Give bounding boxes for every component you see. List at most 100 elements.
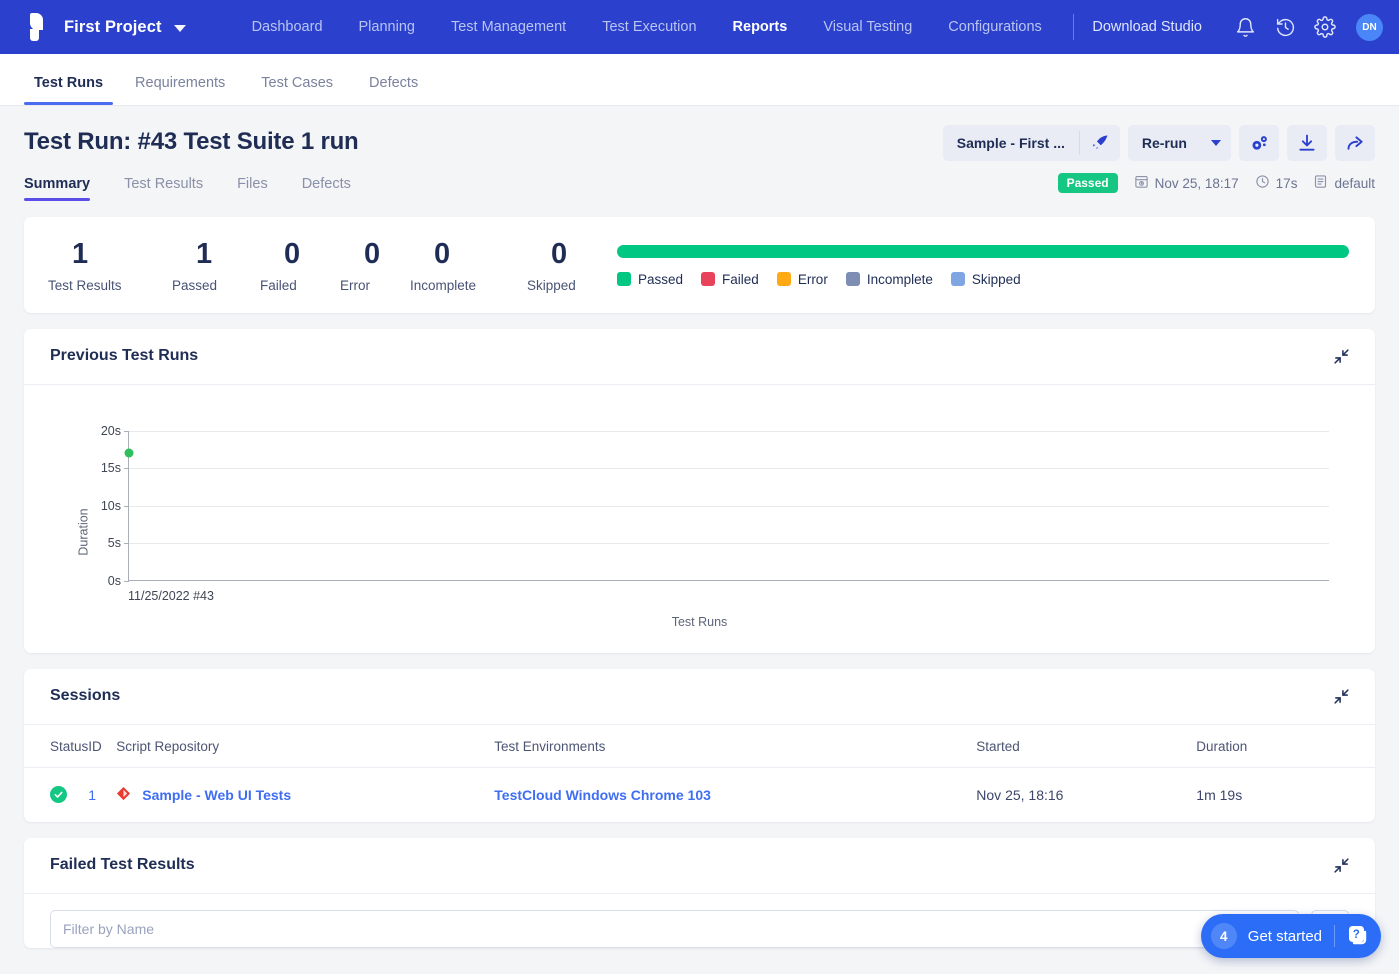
cell-id[interactable]: 1 [88, 767, 116, 822]
run-meta: Passed Nov 25, 18:17 17s default [1057, 173, 1375, 193]
status-progress-bar [617, 244, 1349, 258]
detail-tabs: Summary Test Results Files Defects Passe… [0, 156, 1399, 201]
stat-value: 0 [284, 238, 301, 270]
meta-duration-text: 17s [1275, 175, 1298, 191]
status-badge: Passed [1057, 173, 1118, 193]
katalon-logo-icon[interactable] [24, 13, 50, 41]
collapse-icon[interactable] [1329, 853, 1353, 877]
legend-label: Error [797, 271, 828, 287]
tab-summary[interactable]: Summary [24, 176, 91, 201]
subnav-item-test-runs[interactable]: Test Runs [24, 75, 114, 105]
stat-incomplete: 0 Incomplete [410, 238, 527, 293]
download-studio-link[interactable]: Download Studio [1092, 19, 1202, 35]
tab-files[interactable]: Files [237, 176, 268, 201]
collapse-icon[interactable] [1329, 344, 1353, 368]
nav-item-planning[interactable]: Planning [341, 19, 433, 35]
list-icon [1313, 174, 1328, 192]
top-navigation-bar: First Project Dashboard Planning Test Ma… [0, 0, 1399, 54]
failed-test-results-card: Failed Test Results [24, 837, 1375, 948]
chart-gridline [129, 505, 1329, 507]
col-started: Started [976, 724, 1197, 768]
card-title: Previous Test Runs [50, 347, 199, 365]
legend-swatch [701, 272, 716, 287]
tab-test-results[interactable]: Test Results [124, 176, 203, 201]
report-type-tabs: Test Runs Requirements Test Cases Defect… [0, 54, 1399, 106]
cell-status [24, 767, 88, 822]
stat-value: 0 [551, 238, 568, 270]
legend-label: Failed [722, 271, 759, 287]
project-name[interactable]: First Project [64, 18, 162, 37]
stat-error: 0 Error [340, 238, 410, 293]
legend-label: Passed [638, 271, 684, 287]
nav-item-test-execution[interactable]: Test Execution [584, 19, 714, 35]
legend-swatch [950, 272, 965, 287]
cell-script-repository: Sample - Web UI Tests [116, 767, 494, 822]
tab-defects[interactable]: Defects [302, 176, 351, 201]
repo-link[interactable]: Sample - Web UI Tests [142, 787, 291, 803]
chart-data-point[interactable] [124, 448, 134, 458]
meta-date-text: Nov 25, 18:17 [1154, 175, 1239, 191]
avatar[interactable]: DN [1356, 13, 1383, 41]
legend-swatch [617, 272, 631, 287]
stat-skipped: 0 Skipped [527, 238, 617, 293]
stat-value: 1 [72, 238, 89, 270]
nav-item-visual-testing[interactable]: Visual Testing [805, 19, 930, 35]
col-duration: Duration [1196, 724, 1375, 768]
filter-input[interactable] [50, 909, 1299, 948]
clock-icon [1255, 174, 1270, 192]
chart-y-tick-label: 10s [101, 499, 130, 513]
col-status: Status [24, 724, 89, 768]
stat-label: Test Results [48, 277, 122, 293]
subnav-item-requirements[interactable]: Requirements [121, 75, 239, 105]
col-script-repository: Script Repository [116, 724, 495, 768]
card-title: Failed Test Results [50, 856, 195, 874]
check-circle-icon [50, 786, 67, 804]
summary-stats-card: 1 Test Results 1 Passed 0 Failed 0 Error… [24, 217, 1375, 313]
main-nav: Dashboard Planning Test Management Test … [234, 19, 1060, 35]
divider [1334, 925, 1335, 947]
nav-item-dashboard[interactable]: Dashboard [234, 19, 341, 35]
subnav-item-defects[interactable]: Defects [355, 75, 432, 105]
stat-label: Failed [260, 277, 297, 293]
legend-item-incomplete: Incomplete [845, 271, 933, 287]
legend-item-passed: Passed [617, 272, 683, 287]
help-question-icon[interactable]: ? [1343, 921, 1373, 951]
cell-test-environment[interactable]: TestCloud Windows Chrome 103 [494, 767, 976, 822]
chart-y-tick-label: 0s [108, 574, 130, 588]
meta-date: Nov 25, 18:17 [1134, 174, 1239, 192]
get-started-widget[interactable]: 4 Get started ? [1200, 914, 1381, 958]
nav-item-reports[interactable]: Reports [715, 19, 806, 35]
card-title: Sessions [50, 687, 121, 705]
card-header: Previous Test Runs [24, 329, 1375, 385]
stat-label: Error [340, 277, 370, 293]
chart-y-axis-title: Duration [76, 508, 91, 556]
card-header: Failed Test Results [24, 838, 1375, 894]
top-bar-right-group: Download Studio DN [1063, 10, 1383, 44]
history-icon[interactable] [1268, 10, 1302, 44]
bell-icon[interactable] [1228, 10, 1262, 44]
chart-gridline [129, 468, 1329, 470]
nav-item-configurations[interactable]: Configurations [930, 19, 1060, 35]
previous-test-runs-card: Previous Test Runs Duration 0s 5s 10s 15s 20… [24, 328, 1375, 653]
card-header: Sessions [24, 669, 1375, 725]
stat-failed: 0 Failed [260, 238, 340, 293]
progress-segment-passed [617, 244, 1349, 258]
filter-row [24, 894, 1375, 948]
stat-value: 1 [196, 238, 213, 270]
status-legend: Passed Failed Error Incomplete Skipped [617, 272, 1349, 287]
meta-profile: default [1313, 174, 1375, 192]
collapse-icon[interactable] [1329, 684, 1353, 708]
chevron-down-icon[interactable] [173, 24, 186, 32]
chart-gridline [129, 430, 1329, 432]
gear-icon[interactable] [1308, 10, 1342, 44]
table-header-row: Status ID Script Repository Test Environ… [24, 724, 1375, 768]
nav-item-test-management[interactable]: Test Management [433, 19, 584, 35]
sessions-table: Status ID Script Repository Test Environ… [24, 724, 1375, 822]
chart-gridline [129, 543, 1329, 545]
stat-value: 0 [364, 238, 381, 270]
table-row[interactable]: 1 Sample - Web UI Tests TestCloud Window… [24, 767, 1375, 822]
legend-label: Incomplete [866, 271, 933, 287]
stat-value: 0 [434, 238, 451, 270]
subnav-item-test-cases[interactable]: Test Cases [247, 75, 347, 105]
legend-item-error: Error [776, 271, 828, 287]
